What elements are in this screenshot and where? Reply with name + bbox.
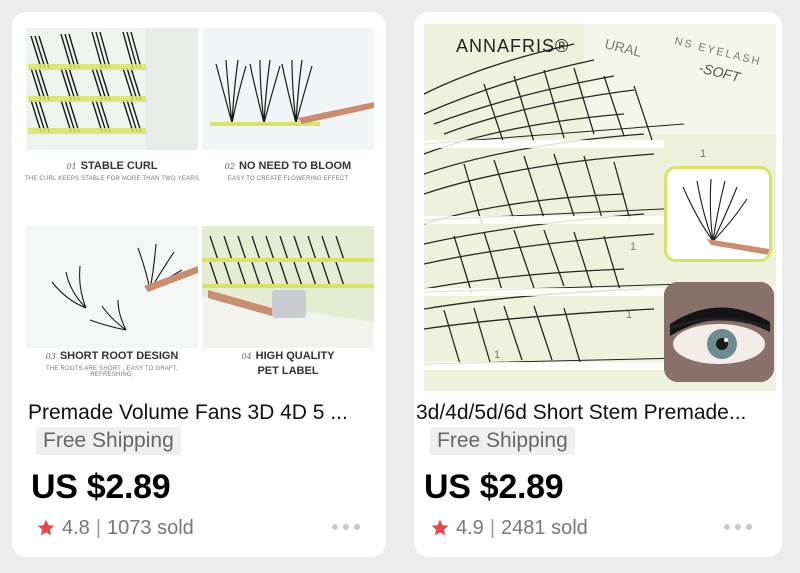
product-card[interactable]: URAL NS EYELASH -SOFT 1 1 1 1 ANNAFRIS® … — [414, 12, 782, 557]
more-options-icon[interactable] — [724, 524, 752, 530]
sold-count: 2481 sold — [501, 516, 588, 539]
panel-title: 01 STABLE CURL — [66, 160, 158, 172]
lash-fan-photo — [202, 28, 374, 150]
product-price: US $2.89 — [424, 468, 564, 506]
lash-loose-fans-photo — [26, 226, 198, 348]
panel-subtitle: THE ROOTS ARE SHORT , EASY TO GRAFT, REF… — [45, 366, 178, 378]
rating-value: 4.9 — [456, 516, 484, 539]
collage-panel-short-root-design: 03 SHORT ROOT DESIGN THE ROOTS ARE SHORT … — [24, 208, 200, 393]
panel-subtitle: EASY TO CREATE FLOWERING EFFECT — [227, 176, 349, 182]
star-icon — [431, 519, 449, 536]
svg-text:1: 1 — [700, 148, 706, 160]
rating-value: 4.8 — [62, 516, 90, 539]
lash-tray-photo — [26, 28, 198, 150]
product-title[interactable]: Premade Volume Fans 3D 4D 5 ... — [28, 401, 386, 425]
free-shipping-badge: Free Shipping — [430, 427, 575, 455]
panel-title: 02 NO NEED TO BLOOM — [224, 160, 352, 172]
svg-text:1: 1 — [630, 241, 636, 253]
rating-row: 4.8 | 1073 sold — [36, 515, 194, 541]
panel-title-line-2: PET LABEL — [257, 365, 319, 377]
collage-panel-stable-curl: 01 STABLE CURL THE CURL KEEPS STABLE FOR … — [24, 24, 200, 209]
product-image[interactable]: URAL NS EYELASH -SOFT 1 1 1 1 ANNAFRIS® — [424, 24, 776, 391]
panel-title: 04 HIGH QUALITY — [241, 350, 335, 362]
lash-fan-inset — [664, 166, 772, 262]
svg-text:1: 1 — [626, 309, 632, 321]
rating-row: 4.9 | 2481 sold — [430, 515, 588, 541]
sold-count: 1073 sold — [107, 516, 194, 539]
separator: | — [95, 516, 102, 539]
product-image-collage[interactable]: 01 STABLE CURL THE CURL KEEPS STABLE FOR … — [24, 24, 376, 393]
panel-subtitle: THE CURL KEEPS STABLE FOR MORE THAN TWO … — [24, 176, 200, 182]
free-shipping-badge: Free Shipping — [36, 427, 181, 455]
eye-closeup-inset — [664, 282, 774, 382]
separator: | — [489, 516, 496, 539]
product-title[interactable]: 3d/4d/5d/6d Short Stem Premade... — [416, 401, 780, 425]
collage-panel-no-need-to-bloom: 02 NO NEED TO BLOOM EASY TO CREATE FLOWER… — [200, 24, 376, 209]
brand-logo: ANNAFRIS® — [456, 36, 570, 56]
svg-text:1: 1 — [494, 349, 500, 361]
collage-panel-high-quality: 04 HIGH QUALITY PET LABEL — [200, 208, 376, 393]
lash-tray-closeup-photo — [202, 226, 374, 348]
star-icon — [37, 519, 55, 536]
more-options-icon[interactable] — [332, 524, 360, 530]
panel-title: 03 SHORT ROOT DESIGN — [45, 350, 179, 362]
product-card[interactable]: 01 STABLE CURL THE CURL KEEPS STABLE FOR … — [12, 12, 386, 557]
product-price: US $2.89 — [31, 468, 171, 506]
